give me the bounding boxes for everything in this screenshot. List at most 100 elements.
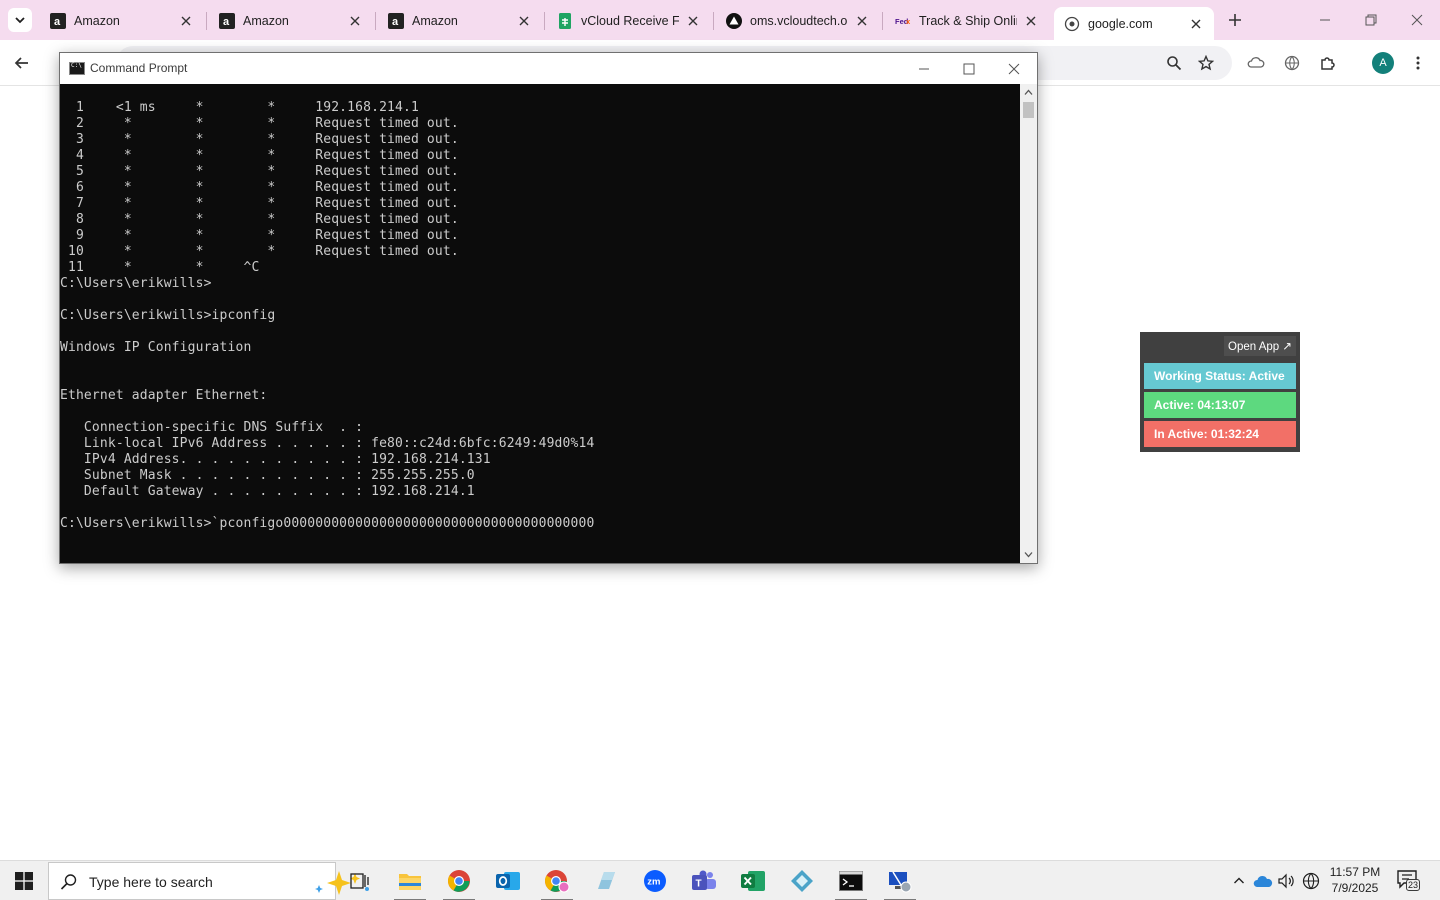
scroll-down-button[interactable]	[1020, 546, 1037, 563]
taskbar-excel[interactable]	[729, 861, 777, 900]
browser-tab[interactable]: a Amazon	[378, 8, 542, 34]
windows-logo-icon	[15, 872, 33, 890]
star-icon	[1198, 55, 1214, 71]
browser-tab[interactable]: Fed x Track & Ship Onlin	[885, 8, 1049, 34]
cmd-scrollbar[interactable]	[1020, 84, 1037, 563]
folder-icon	[399, 874, 421, 890]
console-line: 7 * * * Request timed out.	[60, 196, 459, 211]
console-line: 11 * * ^C	[60, 260, 260, 275]
close-tab-icon[interactable]	[1188, 16, 1204, 32]
extension-button[interactable]	[1244, 51, 1268, 75]
cmd-close-button[interactable]	[991, 53, 1037, 84]
new-tab-button[interactable]	[1224, 9, 1246, 31]
console-line: 3 * * * Request timed out.	[60, 132, 459, 147]
browser-tab-active[interactable]: google.com	[1054, 7, 1214, 40]
console-line: Link-local IPv6 Address . . . . . : fe80…	[60, 436, 595, 451]
taskbar-chrome-profile[interactable]	[533, 861, 581, 900]
task-view-button[interactable]	[336, 861, 384, 900]
browser-tab[interactable]: oms.vcloudtech.or	[716, 8, 880, 34]
taskbar-clock[interactable]: 11:57 PM 7/9/2025	[1322, 864, 1388, 896]
onedrive-icon	[1253, 875, 1273, 887]
taskbar-app-blue[interactable]	[582, 861, 630, 900]
cmd-app-icon	[69, 62, 85, 75]
taskbar-teams[interactable]: T	[680, 861, 728, 900]
close-tab-icon[interactable]	[1023, 13, 1039, 29]
speaker-icon	[1278, 873, 1294, 889]
svg-text:zm: zm	[647, 877, 660, 888]
console-line: Default Gateway . . . . . . . . . : 192.…	[60, 484, 475, 499]
close-window-button[interactable]	[1394, 0, 1440, 40]
notification-center-button[interactable]: 23	[1396, 869, 1426, 895]
cmd-maximize-button[interactable]	[946, 53, 992, 84]
taskbar-command-prompt[interactable]	[827, 861, 875, 900]
cloud-extension-icon	[1247, 57, 1265, 68]
maximize-icon	[963, 63, 975, 74]
puzzle-icon	[1321, 57, 1335, 70]
close-tab-icon[interactable]	[516, 13, 532, 29]
fedex-icon: Fed x	[895, 13, 911, 29]
extensions-menu-button[interactable]	[1316, 51, 1340, 75]
browser-tab[interactable]: a Amazon	[40, 8, 204, 34]
close-icon	[1411, 14, 1423, 26]
close-tab-icon[interactable]	[685, 13, 701, 29]
tab-search-button[interactable]	[8, 8, 32, 32]
terminal-icon	[839, 871, 863, 891]
command-prompt-window[interactable]: Command Prompt 1 <1 ms * * 192.168.214.1…	[59, 52, 1038, 564]
minimize-window-button[interactable]	[1302, 0, 1348, 40]
profile-avatar[interactable]: A	[1372, 52, 1394, 74]
amazon-icon: a	[50, 13, 66, 29]
browser-menu-button[interactable]	[1406, 51, 1430, 75]
scroll-up-button[interactable]	[1020, 84, 1037, 101]
sheets-icon	[557, 13, 573, 29]
console-output[interactable]: 1 <1 ms * * 192.168.214.1 2 * * * Reques…	[60, 84, 1020, 563]
chevron-up-icon	[1234, 877, 1244, 884]
cmd-title-bar[interactable]: Command Prompt	[60, 53, 1037, 84]
zoom-icon	[1167, 56, 1182, 71]
open-app-button[interactable]: Open App ↗	[1224, 336, 1296, 356]
onedrive-tray-button[interactable]	[1251, 869, 1275, 893]
taskbar-outlook[interactable]	[484, 861, 532, 900]
taskbar-app-diamond[interactable]	[778, 861, 826, 900]
network-globe-icon	[1302, 872, 1320, 890]
console-line: C:\Users\erikwills>ipconfig	[60, 308, 276, 323]
cmd-minimize-button[interactable]	[901, 53, 947, 84]
tab-separator	[544, 12, 545, 30]
console-text: 1 <1 ms * * 192.168.214.1 2 * * * Reques…	[60, 100, 1020, 532]
start-button[interactable]	[0, 861, 48, 900]
show-hidden-icons-button[interactable]	[1227, 869, 1251, 893]
back-button[interactable]	[10, 51, 34, 75]
tab-separator	[206, 12, 207, 30]
console-line: C:\Users\erikwills>	[60, 276, 212, 291]
zoom-button[interactable]	[1162, 51, 1186, 75]
taskbar-search-box[interactable]: Type here to search	[48, 862, 369, 900]
network-tray-button[interactable]	[1299, 869, 1323, 893]
restore-window-button[interactable]	[1348, 0, 1394, 40]
taskbar-zoom[interactable]: zm	[631, 861, 679, 900]
working-status-widget: Open App ↗ Working Status: Active Active…	[1140, 332, 1300, 452]
browser-tab[interactable]: a Amazon	[209, 8, 373, 34]
cmd-window-title: Command Prompt	[90, 61, 188, 75]
close-icon	[1008, 63, 1020, 74]
taskbar-remote-desktop[interactable]	[876, 861, 924, 900]
taskbar-chrome[interactable]	[435, 861, 483, 900]
close-tab-icon[interactable]	[854, 13, 870, 29]
globe-extension-icon	[1284, 55, 1300, 71]
close-tab-icon[interactable]	[347, 13, 363, 29]
close-tab-icon[interactable]	[178, 13, 194, 29]
browser-tab[interactable]: vCloud Receive Fil	[547, 8, 711, 34]
active-time: Active: 04:13:07	[1144, 392, 1296, 418]
triangle-logo-icon	[726, 13, 742, 29]
taskbar-file-explorer[interactable]	[386, 861, 434, 900]
console-line: 9 * * * Request timed out.	[60, 228, 459, 243]
tab-separator	[375, 12, 376, 30]
bookmark-button[interactable]	[1194, 51, 1218, 75]
scroll-thumb[interactable]	[1023, 102, 1034, 118]
windows-taskbar: Type here to search zm T 11:57 PM 7/9/20…	[0, 860, 1440, 900]
volume-tray-button[interactable]	[1274, 869, 1298, 893]
extension-button[interactable]	[1280, 51, 1304, 75]
console-line: IPv4 Address. . . . . . . . . . . : 192.…	[60, 452, 491, 467]
